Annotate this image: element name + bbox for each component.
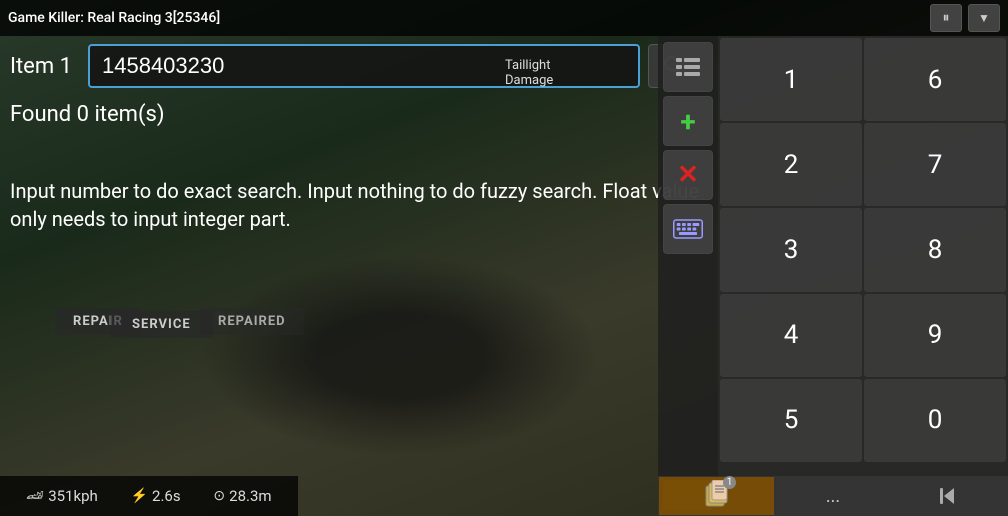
time-value: 2.6s [152, 487, 181, 505]
dropdown-button[interactable]: ▼ [968, 4, 1000, 32]
service-label: SERVICE [110, 311, 213, 338]
file-button[interactable]: 1 [658, 476, 775, 516]
x-icon: ✕ [677, 160, 699, 190]
repaired-label: REPAIRED [200, 308, 304, 335]
right-toolbar: + ✕ [658, 36, 718, 516]
num-key-6[interactable]: 6 [864, 38, 1006, 121]
back-icon [936, 484, 964, 508]
list-button[interactable] [663, 42, 713, 92]
search-input-wrapper [88, 44, 640, 88]
search-row: Item 1 [0, 36, 710, 96]
main-overlay: Item 1 Found 0 item(s) REPAIR REPAIRED I… [0, 36, 710, 476]
keyboard-icon [673, 219, 703, 239]
repair-row: REPAIR REPAIRED [0, 133, 710, 169]
distance-icon: ⊙ [213, 488, 225, 504]
bottom-status-bar: 🏎 351kph ⚡ 2.6s ⊙ 28.3m [0, 476, 298, 516]
list-icon [674, 53, 702, 81]
bottom-toolbar: 1 ... [658, 476, 1008, 516]
time-icon: ⚡ [131, 488, 148, 504]
num-key-0[interactable]: 0 [864, 379, 1006, 462]
speed-icon: 🏎 [26, 488, 44, 504]
dots-button[interactable]: ... [775, 476, 892, 516]
item-label: Item 1 [10, 54, 80, 79]
found-items-text: Found 0 item(s) [0, 96, 710, 133]
num-key-2[interactable]: 2 [720, 123, 862, 206]
speed-value: 351kph [48, 487, 98, 505]
num-key-1[interactable]: 1 [720, 38, 862, 121]
numpad: 1 6 2 7 3 8 4 9 5 0 [718, 36, 1008, 516]
dots-label: ... [826, 486, 840, 507]
search-input[interactable] [88, 44, 640, 88]
num-key-9[interactable]: 9 [864, 294, 1006, 377]
distance-value: 28.3m [229, 487, 271, 505]
time-status: ⚡ 2.6s [131, 487, 181, 505]
num-key-4[interactable]: 4 [720, 294, 862, 377]
title-controls: ⏸ ▼ [930, 4, 1000, 32]
title-bar: Game Killer: Real Racing 3[25346] ⏸ ▼ [0, 0, 1008, 36]
distance-status: ⊙ 28.3m [213, 487, 271, 505]
num-key-3[interactable]: 3 [720, 208, 862, 291]
plus-icon: + [680, 105, 695, 138]
back-button[interactable] [891, 476, 1008, 516]
pause-button[interactable]: ⏸ [930, 4, 962, 32]
add-button[interactable]: + [663, 96, 713, 146]
delete-button[interactable]: ✕ [663, 150, 713, 200]
keyboard-button[interactable] [663, 204, 713, 254]
num-key-8[interactable]: 8 [864, 208, 1006, 291]
app-title: Game Killer: Real Racing 3[25346] [8, 10, 220, 26]
num-key-5[interactable]: 5 [720, 379, 862, 462]
speed-status: 🏎 351kph [26, 487, 97, 505]
file-badge: 1 [723, 476, 737, 489]
hint-text: Input number to do exact search. Input n… [0, 169, 710, 241]
num-key-7[interactable]: 7 [864, 123, 1006, 206]
file-icon-wrap: 1 [702, 480, 730, 512]
taillight-damage-label: Taillight Damage [505, 58, 553, 88]
